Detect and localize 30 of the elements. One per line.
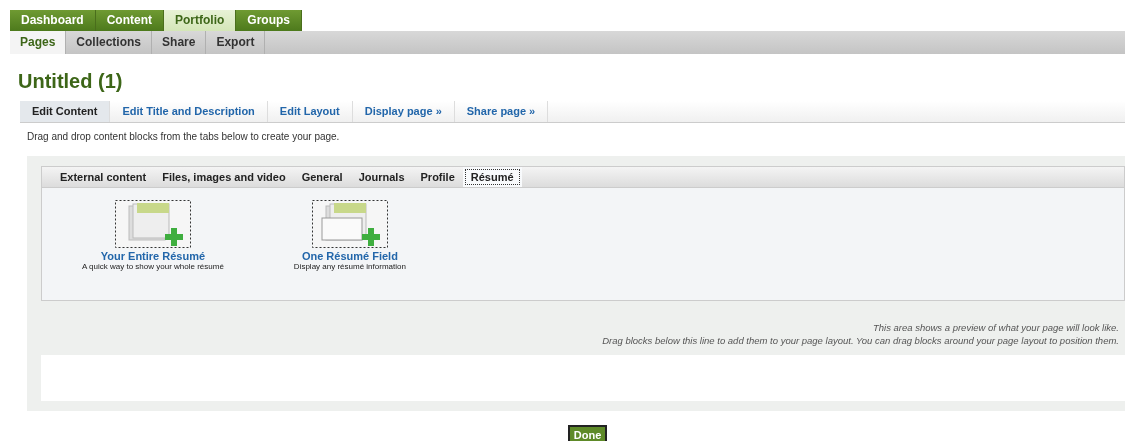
- preview-note: This area shows a preview of what your page will look like.: [872, 321, 1119, 334]
- nav-tab[interactable]: Portfolio: [164, 10, 237, 31]
- block-category-tab[interactable]: Files, images and video: [154, 167, 294, 187]
- resume-block-icon[interactable]: [114, 200, 191, 248]
- done-button[interactable]: Done: [567, 425, 608, 441]
- block-category-tab[interactable]: External content: [52, 167, 155, 187]
- nav-tab[interactable]: Content: [95, 10, 164, 31]
- page-title: Untitled (1): [18, 70, 124, 93]
- instructions-text: Drag and drop content blocks from the tabs below to create your page.: [27, 131, 341, 142]
- block-category-tab[interactable]: Profile: [412, 167, 463, 187]
- sub-nav-tab[interactable]: Share: [152, 31, 207, 54]
- sub-nav-tab[interactable]: Collections: [66, 31, 153, 54]
- edit-tab[interactable]: Display page »: [352, 101, 455, 122]
- block-description: A quick way to show your whole résumé: [82, 262, 224, 271]
- resume-block-icon[interactable]: [311, 200, 388, 248]
- sub-nav-tab[interactable]: Export: [206, 31, 266, 54]
- nav-tab[interactable]: Dashboard: [10, 10, 96, 31]
- block-category-tab[interactable]: General: [293, 167, 351, 187]
- edit-tab[interactable]: Share page »: [454, 101, 549, 122]
- block-category-tab[interactable]: Journals: [350, 167, 413, 187]
- block-category-tab[interactable]: Résumé: [462, 167, 522, 187]
- block-description: Display any résumé information: [293, 262, 406, 271]
- preview-note: Drag blocks below this line to add them to your page layout. You can drag blocks around your page layout to position them.: [602, 334, 1119, 347]
- nav-tab[interactable]: Groups: [236, 10, 302, 31]
- edit-tab[interactable]: Edit Title and Description: [110, 101, 268, 122]
- edit-tab[interactable]: Edit Layout: [267, 101, 353, 122]
- sub-nav-tab[interactable]: Pages: [10, 31, 67, 54]
- block-title[interactable]: One Résumé Field: [301, 250, 398, 262]
- block-title[interactable]: Your Entire Résumé: [100, 250, 206, 262]
- edit-tab[interactable]: Edit Content: [20, 101, 111, 122]
